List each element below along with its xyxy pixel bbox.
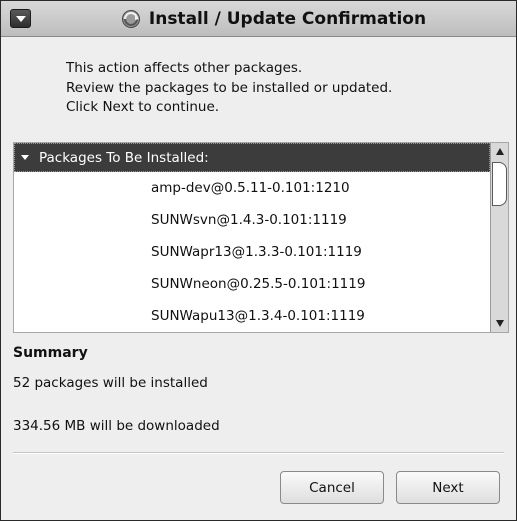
title-bar[interactable]: Install / Update Confirmation [1,1,516,37]
intro-line: Click Next to continue. [66,99,220,115]
arrow-down-icon [495,320,504,327]
package-manager-icon [121,10,140,28]
list-item[interactable]: amp-dev@0.5.11-0.101:1210 [14,172,490,204]
cancel-button[interactable]: Cancel [280,471,384,504]
scrollbar-thumb[interactable] [492,162,507,206]
install-update-dialog: Install / Update Confirmation This actio… [0,0,517,521]
list-item[interactable]: SUNWsvn@1.4.3-0.101:1119 [14,204,490,236]
list-item[interactable]: SUNWneon@0.25.5-0.101:1119 [14,268,490,300]
vertical-scrollbar[interactable] [490,143,508,332]
intro-line: This action affects other packages. [66,60,303,76]
package-list-rows: Packages To Be Installed: amp-dev@0.5.11… [14,143,490,332]
intro-line: Review the packages to be installed or u… [66,79,393,96]
expander-arrow-icon[interactable] [21,155,29,160]
arrow-up-icon [495,148,504,155]
list-item[interactable]: SUNWapu13@1.3.4-0.101:1119 [14,300,490,332]
scroll-down-button[interactable] [491,315,508,332]
intro-text: This action affects other packages. Revi… [66,59,486,118]
list-item[interactable]: SUNWapr13@1.3.3-0.101:1119 [14,236,490,268]
dialog-title: Install / Update Confirmation [148,9,427,29]
title-container: Install / Update Confirmation [1,1,516,37]
install-count-text: 52 packages will be installed [13,375,208,391]
download-size-text: 334.56 MB will be downloaded [13,418,220,434]
package-group-header[interactable]: Packages To Be Installed: [14,143,490,172]
package-group-label: Packages To Be Installed: [39,149,209,166]
summary-heading: Summary [13,345,88,361]
scroll-up-button[interactable] [491,143,508,160]
next-button[interactable]: Next [396,471,500,504]
separator [13,452,504,454]
package-list[interactable]: Packages To Be Installed: amp-dev@0.5.11… [13,142,509,333]
